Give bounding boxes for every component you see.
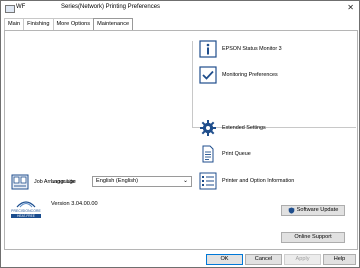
checkbox-icon: [198, 65, 217, 84]
shield-icon: [288, 207, 294, 214]
close-icon[interactable]: ✕: [347, 3, 354, 12]
logo-text-line1: PRECISIONCORE: [11, 209, 41, 213]
monitoring-preferences-label: Monitoring Preferences: [222, 71, 278, 78]
language-label: Language: [51, 179, 76, 185]
printer-information-button[interactable]: Printer and Option Information: [198, 171, 294, 190]
printer-app-icon: [5, 5, 15, 13]
ok-button[interactable]: OK: [206, 254, 243, 265]
software-update-label: Software Update: [296, 207, 339, 213]
print-queue-label: Print Queue: [222, 150, 251, 157]
online-support-button[interactable]: Online Support: [281, 232, 345, 243]
language-value: English (English): [96, 178, 138, 184]
printer-information-label: Printer and Option Information: [222, 177, 295, 184]
status-monitor-button[interactable]: EPSON Status Monitor 3: [198, 39, 282, 58]
precisioncore-logo: PRECISIONCORE HEAT-FREE: [11, 199, 41, 218]
print-queue-button[interactable]: Print Queue: [198, 144, 251, 163]
apply-button[interactable]: Apply: [284, 254, 321, 265]
maintenance-panel: EPSON Status Monitor 3 Monitoring Prefer…: [4, 30, 358, 250]
info-icon: [198, 39, 217, 58]
logo-text-line2: HEAT-FREE: [11, 214, 41, 218]
monitoring-preferences-button[interactable]: Monitoring Preferences: [198, 65, 278, 84]
divider-vertical: [192, 41, 193, 127]
language-select[interactable]: English (English) ⌄: [92, 176, 192, 187]
extended-settings-label: Extended Settings: [222, 124, 266, 131]
cancel-button[interactable]: Cancel: [245, 254, 282, 265]
tab-bar: Main Finishing More Options Maintenance: [4, 18, 134, 31]
job-arranger-icon: [10, 172, 29, 191]
version-text: Version 3.04.00.00: [51, 201, 98, 207]
list-icon: [198, 171, 217, 190]
chevron-down-icon: ⌄: [182, 178, 188, 184]
window-title: Series(Network) Printing Preferences: [61, 4, 161, 10]
status-monitor-label: EPSON Status Monitor 3: [222, 45, 282, 52]
title-bar: WF Series(Network) Printing Preferences …: [1, 1, 359, 16]
printing-preferences-window: WF Series(Network) Printing Preferences …: [0, 0, 360, 268]
gear-icon: [198, 118, 217, 137]
window-title-prefix: WF: [16, 4, 26, 10]
logo-graphic: [15, 199, 37, 209]
tab-main[interactable]: Main: [4, 18, 25, 30]
extended-settings-button[interactable]: Extended Settings: [198, 118, 266, 137]
tab-more-options[interactable]: More Options: [52, 18, 95, 30]
software-update-button[interactable]: Software Update: [281, 205, 345, 216]
help-button[interactable]: Help: [323, 254, 356, 265]
tab-finishing[interactable]: Finishing: [23, 18, 54, 30]
document-icon: [198, 144, 217, 163]
